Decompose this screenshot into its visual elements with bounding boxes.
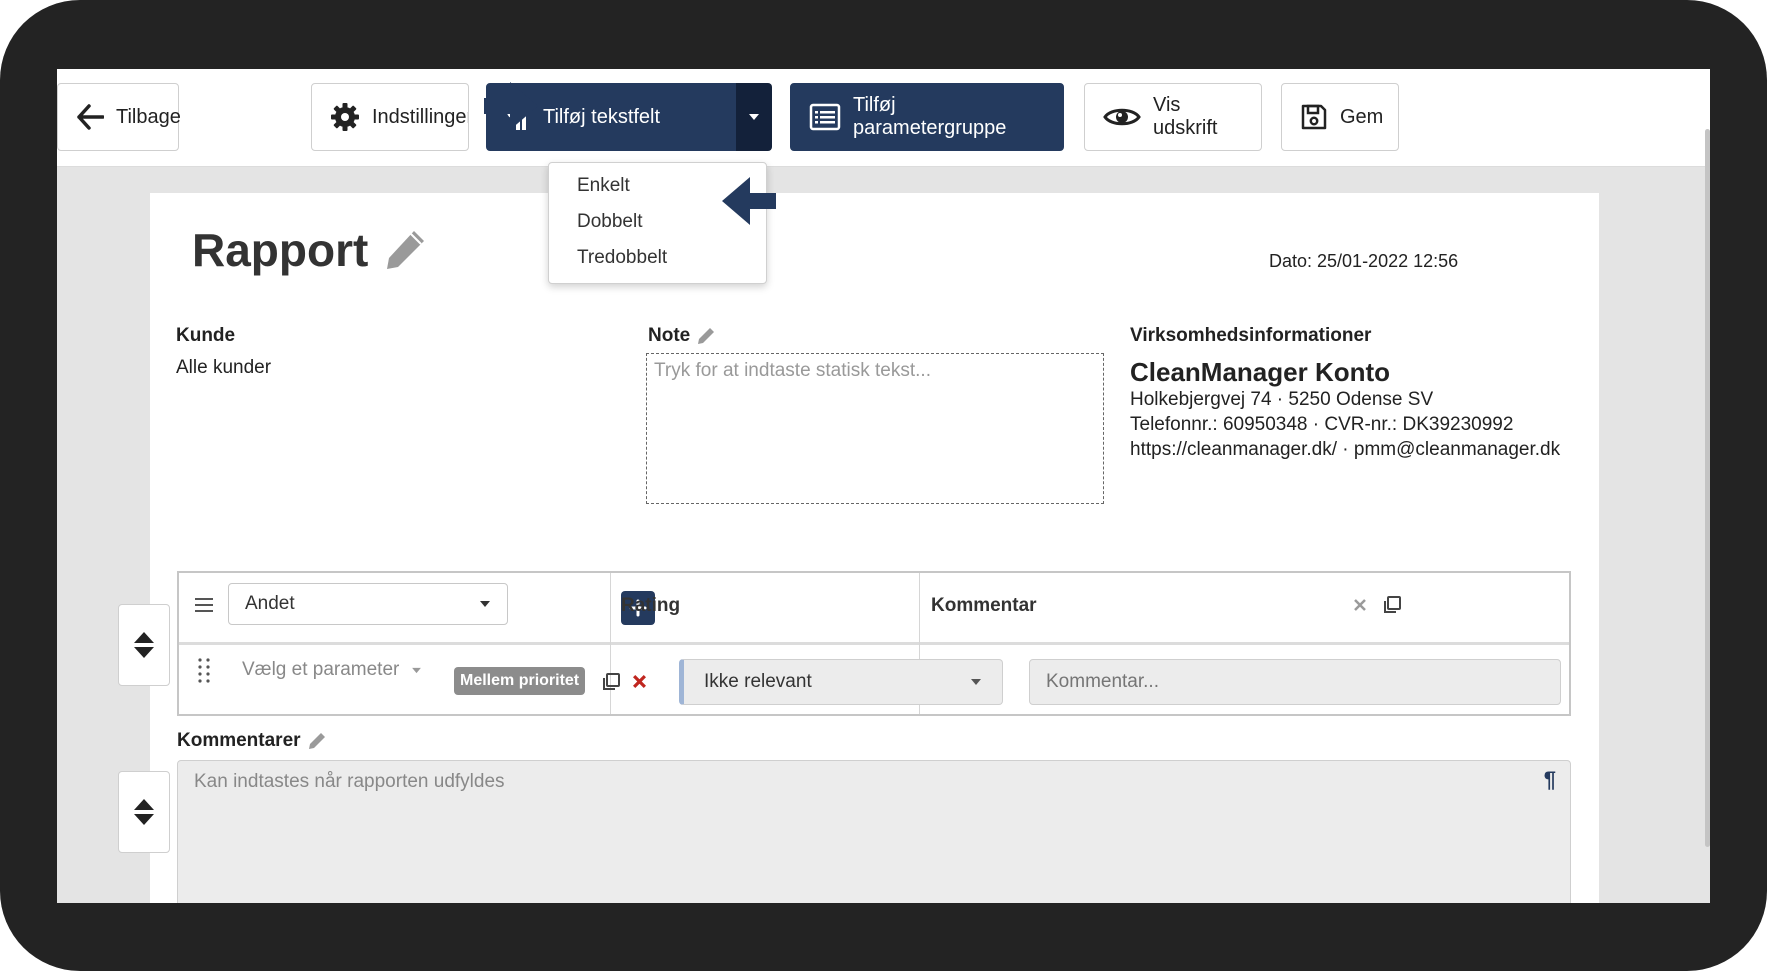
back-label: Tilbage: [116, 105, 181, 128]
caret-down-icon: [971, 679, 981, 685]
add-parametergroup-label: Tilføj parametergruppe: [853, 94, 1007, 139]
print-preview-button[interactable]: Vis udskrift: [1084, 83, 1262, 151]
comments-label: Kommentarer: [177, 730, 301, 751]
gear-icon: [331, 103, 359, 131]
comments-textarea[interactable]: Kan indtastes når rapporten udfyldes ¶: [177, 760, 1571, 903]
close-icon[interactable]: [1353, 598, 1367, 612]
save-button[interactable]: Gem: [1281, 83, 1399, 151]
report-page: Rapport Dato: 25/01-2022 12:56 Kunde All…: [150, 193, 1599, 903]
rating-header: Rating: [621, 595, 681, 616]
comment-header: Kommentar: [931, 595, 1037, 616]
company-phone: Telefonnr.: 60950348 · CVR-nr.: DK392309…: [1130, 414, 1514, 435]
comments-label-row: Kommentarer: [177, 730, 327, 752]
note-textarea[interactable]: Tryk for at indtaste statisk tekst...: [646, 353, 1104, 504]
list-icon: [809, 103, 841, 131]
parameter-group-table: Andet Rating Kommentar Vælg et parameter…: [177, 571, 1571, 716]
report-title: Rapport: [192, 224, 369, 276]
rating-select-value: Ikke relevant: [704, 671, 812, 692]
scrollbar[interactable]: [1705, 129, 1710, 847]
group-select-value: Andet: [245, 593, 295, 614]
back-button[interactable]: Tilbage: [57, 83, 181, 151]
arrow-left-annotation-icon: [722, 177, 776, 225]
pencil-icon[interactable]: [307, 731, 327, 751]
settings-button[interactable]: Indstillinger: [311, 83, 469, 151]
drag-handle-icon[interactable]: [197, 657, 211, 685]
add-textfield-label: Tilføj tekstfelt: [543, 105, 661, 128]
app-screen: Tilbage Indstillinger Tilføj tekstfelt T…: [57, 69, 1710, 903]
caret-down-icon: [480, 601, 490, 607]
menu-item-tredobbelt[interactable]: Tredobbelt: [549, 240, 766, 276]
hamburger-menu-icon[interactable]: [195, 597, 213, 613]
settings-label: Indstillinger: [372, 105, 469, 128]
comments-placeholder: Kan indtastes når rapporten udfyldes: [194, 771, 505, 792]
note-label: Note: [648, 325, 691, 346]
caret-down-icon: [749, 114, 759, 120]
parameter-select-placeholder: Vælg et parameter: [242, 659, 400, 680]
arrow-left-icon: [77, 104, 104, 130]
arrow-right-annotation-icon: [484, 82, 538, 130]
sort-handle[interactable]: [118, 771, 170, 853]
report-title-row: Rapport: [192, 223, 428, 277]
copy-icon[interactable]: [1382, 595, 1402, 615]
note-label-row: Note: [648, 325, 716, 347]
parameter-select[interactable]: Vælg et parameter: [242, 659, 422, 681]
group-select[interactable]: Andet: [228, 583, 508, 625]
add-parametergroup-button[interactable]: Tilføj parametergruppe: [790, 83, 1064, 151]
company-name: CleanManager Konto: [1130, 357, 1391, 387]
customer-value: Alle kunder: [176, 357, 272, 378]
device-frame: Tilbage Indstillinger Tilføj tekstfelt T…: [0, 0, 1767, 971]
copy-icon[interactable]: [601, 672, 621, 692]
sort-handle[interactable]: [118, 604, 170, 686]
sort-icon: [134, 632, 154, 658]
customer-label: Kunde: [176, 325, 236, 346]
pencil-icon[interactable]: [696, 326, 716, 346]
print-preview-label: Vis udskrift: [1153, 94, 1218, 139]
floppy-disk-icon: [1301, 104, 1327, 130]
save-label: Gem: [1340, 105, 1384, 128]
company-address: Holkebjergvej 74 · 5250 Odense SV: [1130, 389, 1434, 410]
company-info-label: Virksomhedsinformationer: [1130, 325, 1372, 346]
sort-icon: [134, 799, 154, 825]
eye-icon: [1103, 108, 1141, 126]
column-divider: [610, 573, 611, 714]
company-web: https://cleanmanager.dk/ · pmm@cleanmana…: [1130, 439, 1561, 460]
priority-badge[interactable]: Mellem prioritet: [454, 667, 586, 695]
pencil-icon[interactable]: [382, 227, 428, 273]
caret-down-icon: [412, 667, 422, 673]
add-textfield-dropdown-toggle[interactable]: [736, 83, 772, 151]
report-date: Dato: 25/01-2022 12:56: [1269, 251, 1459, 271]
comment-input[interactable]: [1029, 659, 1561, 705]
delete-icon[interactable]: [632, 674, 647, 689]
pilcrow-icon[interactable]: ¶: [1544, 767, 1556, 793]
rating-select[interactable]: Ikke relevant: [679, 659, 1003, 705]
toolbar: Tilbage Indstillinger Tilføj tekstfelt T…: [57, 69, 1710, 167]
